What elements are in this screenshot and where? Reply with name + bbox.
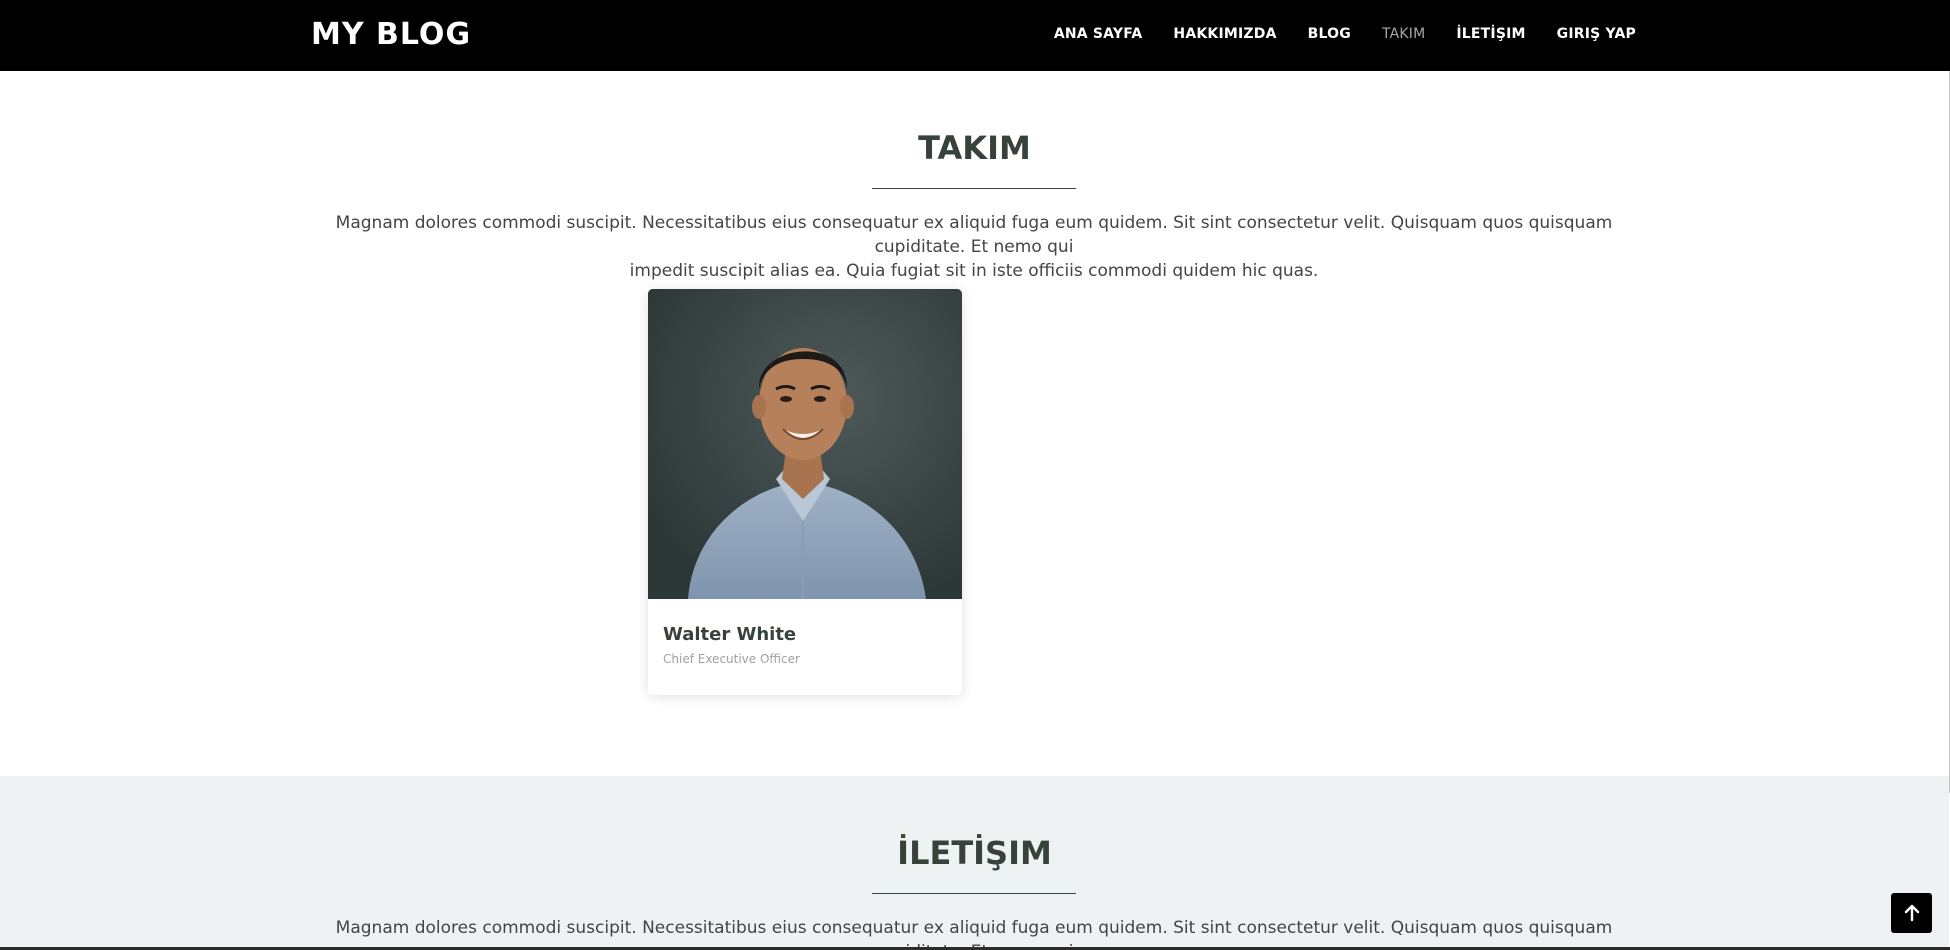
contact-description-line1: Magnam dolores commodi suscipit. Necessi… — [335, 918, 1613, 950]
nav-item-blog[interactable]: BLOG — [1308, 26, 1351, 42]
nav-item-iletisim[interactable]: İLETİŞIM — [1456, 26, 1525, 42]
contact-title-underline — [872, 893, 1076, 894]
team-title: TAKIM — [918, 129, 1031, 167]
contact-title: İLETİŞIM — [897, 834, 1052, 872]
arrow-up-icon — [1904, 904, 1919, 922]
site-header: MY BLOG ANA SAYFA HAKKIMIZDA BLOG TAKIM … — [0, 0, 1950, 71]
member-photo — [648, 289, 962, 599]
nav-item-hakkimizda[interactable]: HAKKIMIZDA — [1173, 26, 1276, 42]
team-title-underline — [872, 188, 1076, 189]
main-nav: ANA SAYFA HAKKIMIZDA BLOG TAKIM İLETİŞIM… — [1023, 26, 1636, 42]
team-description-line1: Magnam dolores commodi suscipit. Necessi… — [335, 213, 1613, 257]
team-member-card: Walter White Chief Executive Officer — [648, 289, 962, 695]
team-description-line2: impedit suscipit alias ea. Quia fugiat s… — [629, 261, 1319, 281]
contact-description: Magnam dolores commodi suscipit. Necessi… — [310, 916, 1638, 950]
member-name: Walter White — [663, 624, 797, 645]
site-logo[interactable]: MY BLOG — [311, 17, 471, 52]
nav-item-ana-sayfa[interactable]: ANA SAYFA — [1054, 26, 1143, 42]
member-role: Chief Executive Officer — [663, 652, 800, 666]
team-section: TAKIM Magnam dolores commodi suscipit. N… — [0, 71, 1949, 776]
nav-item-takim[interactable]: TAKIM — [1382, 26, 1425, 42]
back-to-top-button[interactable] — [1891, 893, 1932, 933]
contact-section: İLETİŞIM Magnam dolores commodi suscipit… — [0, 776, 1949, 950]
nav-item-giris-yap[interactable]: GIRIŞ YAP — [1557, 26, 1636, 42]
member-portrait-illustration — [648, 289, 962, 599]
team-description: Magnam dolores commodi suscipit. Necessi… — [310, 211, 1638, 283]
